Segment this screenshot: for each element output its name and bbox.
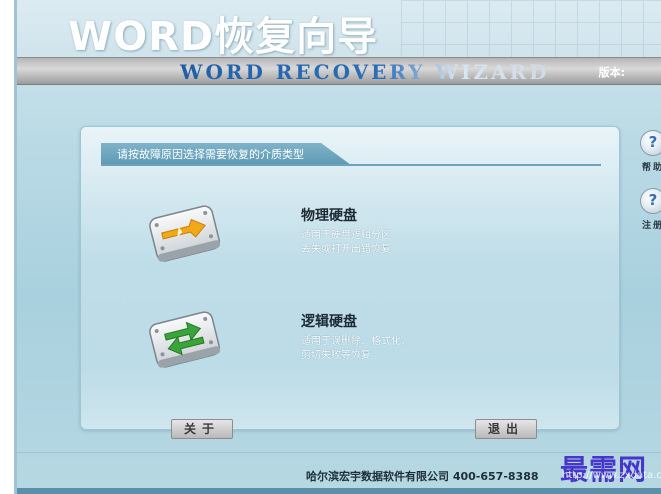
watermark-logo: 最需网 xyxy=(560,453,648,486)
logical-disk-icon xyxy=(149,311,221,368)
watermark-url: http://www.zxdata.com xyxy=(562,470,661,481)
window-left-border xyxy=(14,0,17,494)
recovery-wizard-window: WORD恢复向导 WORD RECOVERY WIZARD 版本: 请按故障原因… xyxy=(0,0,661,494)
panel-divider xyxy=(101,164,601,166)
register-label: 注册 xyxy=(641,221,661,231)
exit-button[interactable]: 退出 xyxy=(475,419,537,439)
app-title: WORD恢复向导 xyxy=(68,14,379,60)
register-button[interactable]: ? 注册 xyxy=(636,188,661,236)
help-button[interactable]: ? 帮助 xyxy=(636,130,661,178)
option-logical-disk[interactable]: 逻辑硬盘 适用于误删除、格式化、 剪切失败等恢复 xyxy=(145,303,565,383)
subtitle-band: WORD RECOVERY WIZARD 版本: xyxy=(14,57,661,85)
version-label: 版本: xyxy=(598,66,625,79)
option-title: 物理硬盘 xyxy=(301,208,357,224)
option-description: 丢失或打开出错恢复 xyxy=(301,244,391,255)
company-info: 哈尔滨宏宇数据软件有限公司 400-657-8388 xyxy=(306,470,539,483)
option-title: 逻辑硬盘 xyxy=(301,314,357,330)
panel-instruction: 请按故障原因选择需要恢复的介质类型 xyxy=(117,148,304,161)
app-subtitle: WORD RECOVERY WIZARD xyxy=(180,60,550,84)
header-grid-decoration xyxy=(401,0,661,60)
help-label: 帮助 xyxy=(641,163,661,173)
option-description: 剪切失败等恢复 xyxy=(301,350,371,361)
bottom-strip xyxy=(14,488,661,494)
physical-disk-icon xyxy=(149,205,221,262)
option-description: 适用于硬盘逻辑分区 xyxy=(301,230,391,241)
question-icon: ? xyxy=(648,191,658,209)
question-icon: ? xyxy=(648,133,658,151)
media-selection-panel: 请按故障原因选择需要恢复的介质类型 物理硬盘 适用于硬盘逻辑分区 丢失或打开出错… xyxy=(80,126,620,439)
about-button[interactable]: 关于 xyxy=(171,419,233,439)
option-description: 适用于误删除、格式化、 xyxy=(301,336,411,347)
option-physical-disk[interactable]: 物理硬盘 适用于硬盘逻辑分区 丢失或打开出错恢复 xyxy=(145,197,565,277)
